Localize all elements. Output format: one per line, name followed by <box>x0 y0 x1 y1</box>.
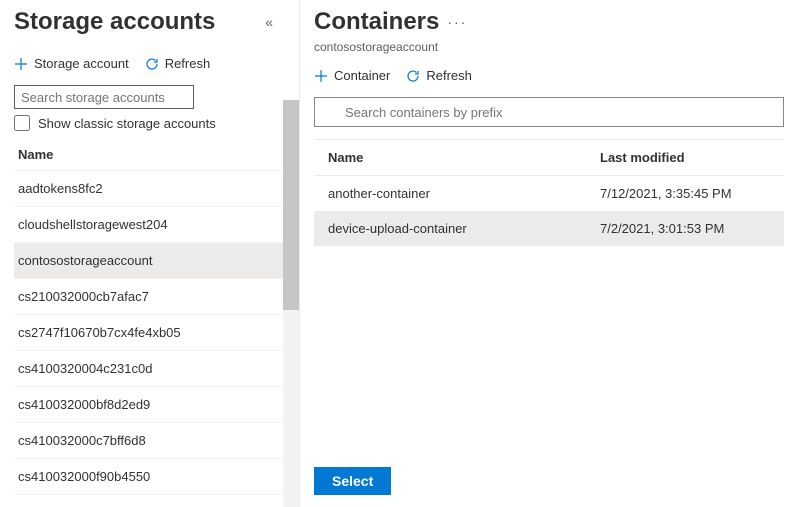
search-storage-accounts-input[interactable] <box>14 85 194 109</box>
storage-account-item[interactable]: cs2747f10670b7cx4fe4xb05 <box>14 315 289 351</box>
containers-subtitle: contosostorageaccount <box>314 40 784 54</box>
refresh-icon <box>145 57 159 71</box>
storage-accounts-panel: Storage accounts « Storage account Refre… <box>0 0 300 507</box>
column-header-modified: Last modified <box>600 150 770 165</box>
containers-footer: Select <box>314 457 784 495</box>
containers-title: Containers <box>314 8 439 36</box>
container-name: device-upload-container <box>328 221 600 236</box>
search-containers-wrap <box>314 97 784 127</box>
containers-panel: Containers ··· contosostorageaccount Con… <box>300 0 798 507</box>
storage-account-item[interactable]: cs4100320004c231c0d <box>14 351 289 387</box>
storage-account-item[interactable]: cs410032000c7bff6d8 <box>14 423 289 459</box>
storage-accounts-header: Storage accounts « <box>14 8 289 36</box>
storage-account-item[interactable]: aadtokens8fc2 <box>14 171 289 207</box>
refresh-containers-button[interactable]: Refresh <box>406 68 472 83</box>
containers-rows: another-container7/12/2021, 3:35:45 PMde… <box>314 176 784 246</box>
refresh-icon <box>406 69 420 83</box>
containers-table-header: Name Last modified <box>314 139 784 176</box>
container-modified: 7/2/2021, 3:01:53 PM <box>600 221 770 236</box>
storage-accounts-title: Storage accounts <box>14 8 215 36</box>
refresh-storage-accounts-button[interactable]: Refresh <box>145 56 211 71</box>
add-storage-account-button[interactable]: Storage account <box>14 56 129 71</box>
storage-accounts-list: aadtokens8fc2cloudshellstoragewest204con… <box>14 171 289 495</box>
show-classic-checkbox[interactable] <box>14 115 30 131</box>
plus-icon <box>14 57 28 71</box>
container-row[interactable]: another-container7/12/2021, 3:35:45 PM <box>314 176 784 211</box>
containers-table: Name Last modified another-container7/12… <box>314 139 784 246</box>
search-containers-input[interactable] <box>314 97 784 127</box>
storage-accounts-toolbar: Storage account Refresh <box>14 56 289 71</box>
more-actions-icon[interactable]: ··· <box>447 14 467 30</box>
column-header-name: Name <box>328 150 600 165</box>
plus-icon <box>314 69 328 83</box>
scrollbar-thumb[interactable] <box>283 100 299 310</box>
container-name: another-container <box>328 186 600 201</box>
show-classic-label: Show classic storage accounts <box>38 116 216 131</box>
storage-account-item[interactable]: contosostorageaccount <box>14 243 289 279</box>
show-classic-checkbox-row[interactable]: Show classic storage accounts <box>14 115 289 131</box>
storage-account-item[interactable]: cs410032000f90b4550 <box>14 459 289 495</box>
container-row[interactable]: device-upload-container7/2/2021, 3:01:53… <box>314 211 784 246</box>
storage-account-item[interactable]: cs410032000bf8d2ed9 <box>14 387 289 423</box>
refresh-storage-accounts-label: Refresh <box>165 56 211 71</box>
storage-account-item[interactable]: cloudshellstoragewest204 <box>14 207 289 243</box>
add-storage-account-label: Storage account <box>34 56 129 71</box>
add-container-label: Container <box>334 68 390 83</box>
containers-header: Containers ··· <box>314 8 784 36</box>
select-button[interactable]: Select <box>314 467 391 495</box>
refresh-containers-label: Refresh <box>426 68 472 83</box>
collapse-panel-icon[interactable]: « <box>265 14 273 30</box>
containers-toolbar: Container Refresh <box>314 68 784 83</box>
storage-account-item[interactable]: cs210032000cb7afac7 <box>14 279 289 315</box>
storage-accounts-column-header: Name <box>14 139 289 171</box>
add-container-button[interactable]: Container <box>314 68 390 83</box>
container-modified: 7/12/2021, 3:35:45 PM <box>600 186 770 201</box>
